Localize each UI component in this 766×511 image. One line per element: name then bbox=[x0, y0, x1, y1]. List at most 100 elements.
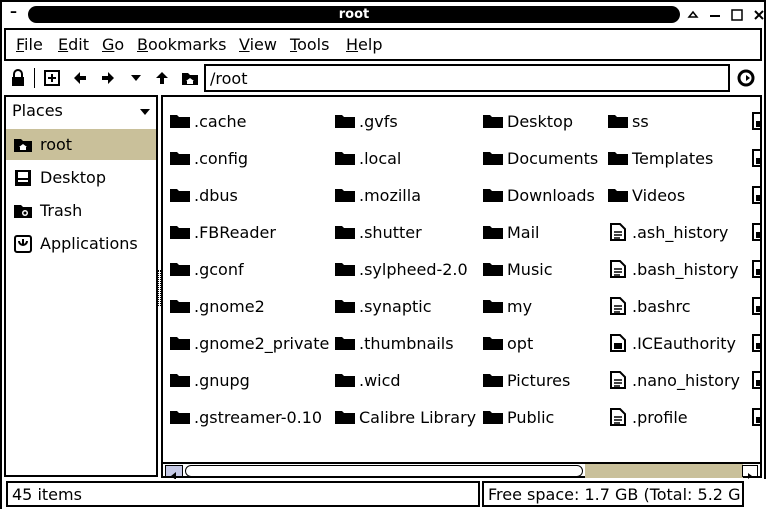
file-item[interactable]: Templates bbox=[607, 145, 713, 171]
chevron-down-icon bbox=[140, 109, 150, 115]
folder-icon bbox=[169, 259, 191, 279]
scroll-left-button[interactable] bbox=[165, 465, 183, 480]
file-item[interactable]: .local bbox=[334, 145, 401, 171]
file-item[interactable]: .gstreamer-0.10 bbox=[169, 404, 322, 430]
file-icon-clipped[interactable] bbox=[752, 145, 760, 171]
menu-file[interactable]: File bbox=[16, 35, 43, 54]
file-name: .FBReader bbox=[194, 222, 276, 242]
file-name: Downloads bbox=[507, 185, 595, 205]
file-item[interactable]: Calibre Library bbox=[334, 404, 476, 430]
file-item[interactable]: Downloads bbox=[482, 182, 595, 208]
file-icon-clipped[interactable] bbox=[752, 219, 760, 245]
folder-icon bbox=[334, 407, 356, 427]
places-header-label: Places bbox=[12, 101, 63, 120]
file-name: .gnome2_private bbox=[194, 333, 330, 353]
up-icon[interactable] bbox=[152, 68, 172, 88]
file-item[interactable]: my bbox=[482, 293, 532, 319]
file-item[interactable]: .dbus bbox=[169, 182, 238, 208]
file-item[interactable]: .shutter bbox=[334, 219, 422, 245]
close-button[interactable] bbox=[752, 7, 766, 21]
window-menu-button[interactable]: – bbox=[10, 4, 17, 20]
scrollbar-track[interactable] bbox=[585, 464, 743, 478]
file-item[interactable]: .gnome2 bbox=[169, 293, 265, 319]
scroll-right-button[interactable] bbox=[742, 465, 758, 479]
folder-icon bbox=[169, 222, 191, 242]
folder-icon bbox=[482, 370, 504, 390]
file-item[interactable]: .wicd bbox=[334, 367, 401, 393]
file-item[interactable]: Documents bbox=[482, 145, 598, 171]
sidebar-item-desktop[interactable]: Desktop bbox=[6, 162, 156, 193]
file-name: Desktop bbox=[507, 111, 573, 131]
folder-icon bbox=[334, 370, 356, 390]
menu-tools[interactable]: Tools bbox=[290, 35, 329, 54]
file-item[interactable]: .config bbox=[169, 145, 248, 171]
maximize-button[interactable] bbox=[730, 7, 744, 21]
text-file-icon bbox=[607, 296, 629, 316]
file-item[interactable]: .gnupg bbox=[169, 367, 250, 393]
trash-icon bbox=[12, 201, 34, 221]
file-item[interactable]: .nano_history bbox=[607, 367, 740, 393]
file-item[interactable]: Public bbox=[482, 404, 554, 430]
lock-icon[interactable] bbox=[8, 68, 28, 88]
minimize-button[interactable] bbox=[686, 7, 700, 21]
menu-bookmarks[interactable]: Bookmarks bbox=[137, 35, 226, 54]
file-item[interactable]: Music bbox=[482, 256, 553, 282]
file-item[interactable]: .bashrc bbox=[607, 293, 691, 319]
scrollbar-thumb[interactable] bbox=[185, 465, 583, 477]
file-icon-clipped[interactable] bbox=[752, 404, 760, 430]
new-tab-icon[interactable] bbox=[42, 68, 62, 88]
file-item[interactable]: .profile bbox=[607, 404, 688, 430]
sidebar-item-applications[interactable]: Applications bbox=[6, 228, 156, 259]
file-icon-clipped[interactable] bbox=[752, 256, 760, 282]
file-item[interactable]: Mail bbox=[482, 219, 540, 245]
file-item[interactable]: .thumbnails bbox=[334, 330, 454, 356]
file-item[interactable]: .synaptic bbox=[334, 293, 432, 319]
file-item[interactable]: .ash_history bbox=[607, 219, 728, 245]
go-icon[interactable] bbox=[736, 68, 756, 88]
folder-icon bbox=[334, 111, 356, 131]
file-icon-clipped[interactable] bbox=[752, 108, 760, 134]
file-item[interactable]: .gnome2_private bbox=[169, 330, 329, 356]
home-folder-icon[interactable] bbox=[180, 68, 200, 88]
text-file-icon bbox=[607, 370, 629, 390]
folder-icon bbox=[169, 296, 191, 316]
file-item[interactable]: .mozilla bbox=[334, 182, 421, 208]
file-item[interactable]: .sylpheed-2.0 bbox=[334, 256, 468, 282]
menu-bar: File Edit Go Bookmarks View Tools Help bbox=[4, 28, 762, 61]
file-item[interactable]: .ICEauthority bbox=[607, 330, 736, 356]
file-item[interactable]: .cache bbox=[169, 108, 246, 134]
file-icon-clipped[interactable] bbox=[752, 367, 760, 393]
file-item[interactable]: opt bbox=[482, 330, 533, 356]
file-icon-clipped[interactable] bbox=[752, 330, 760, 356]
file-icon-clipped[interactable] bbox=[752, 293, 760, 319]
menu-edit[interactable]: Edit bbox=[58, 35, 89, 54]
menu-view[interactable]: View bbox=[239, 35, 277, 54]
file-view: .cache .config .dbus .FBReader .gconf .gnome2… bbox=[161, 95, 762, 477]
horizontal-scrollbar[interactable] bbox=[161, 462, 762, 480]
text-file-icon bbox=[607, 222, 629, 242]
folder-icon bbox=[482, 407, 504, 427]
forward-icon[interactable] bbox=[98, 68, 118, 88]
file-item[interactable]: .gconf bbox=[169, 256, 244, 282]
file-item[interactable]: .gvfs bbox=[334, 108, 398, 134]
file-item[interactable]: .FBReader bbox=[169, 219, 276, 245]
file-item[interactable]: Desktop bbox=[482, 108, 573, 134]
sidebar-item-trash[interactable]: Trash bbox=[6, 195, 156, 226]
menu-help[interactable]: Help bbox=[346, 35, 382, 54]
history-dropdown-icon[interactable] bbox=[126, 68, 146, 88]
folder-icon bbox=[334, 259, 356, 279]
menu-go[interactable]: Go bbox=[102, 35, 124, 54]
places-dropdown[interactable]: Places bbox=[6, 101, 156, 127]
iconify-button[interactable] bbox=[708, 7, 722, 21]
back-icon[interactable] bbox=[70, 68, 90, 88]
file-item[interactable]: .bash_history bbox=[607, 256, 739, 282]
file-name: Calibre Library bbox=[359, 407, 477, 427]
file-item[interactable]: ss bbox=[607, 108, 649, 134]
file-name: .profile bbox=[632, 407, 688, 427]
file-item[interactable]: Videos bbox=[607, 182, 685, 208]
file-icon-clipped[interactable] bbox=[752, 182, 760, 208]
folder-icon bbox=[334, 185, 356, 205]
file-item[interactable]: Pictures bbox=[482, 367, 570, 393]
path-input[interactable] bbox=[204, 64, 730, 92]
sidebar-item-root[interactable]: root bbox=[6, 129, 156, 160]
